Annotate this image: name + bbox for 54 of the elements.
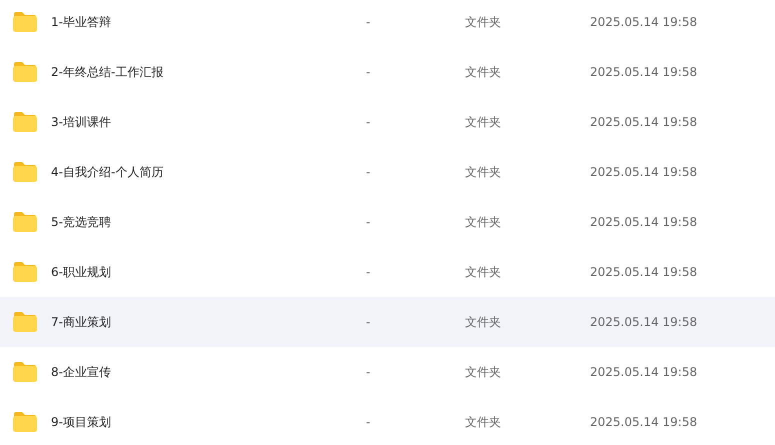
folder-icon (12, 411, 38, 433)
file-size: - (365, 14, 372, 31)
folder-icon (12, 211, 38, 233)
modified-date: 2025.05.14 19:58 (590, 114, 698, 131)
file-row[interactable]: 1-毕业答辩 - 文件夹 2025.05.14 19:58 (0, 0, 775, 47)
file-name: 4-自我介绍-个人简历 (51, 164, 164, 181)
modified-date: 2025.05.14 19:58 (590, 414, 698, 431)
file-size: - (365, 364, 372, 381)
file-row[interactable]: 3-培训课件 - 文件夹 2025.05.14 19:58 (0, 97, 775, 147)
file-size: - (365, 314, 372, 331)
file-type: 文件夹 (465, 364, 502, 381)
folder-icon (12, 11, 38, 33)
file-type: 文件夹 (465, 314, 502, 331)
modified-date: 2025.05.14 19:58 (590, 264, 698, 281)
file-size: - (365, 114, 372, 131)
modified-date: 2025.05.14 19:58 (590, 164, 698, 181)
file-type: 文件夹 (465, 114, 502, 131)
modified-date: 2025.05.14 19:58 (590, 314, 698, 331)
file-row[interactable]: 4-自我介绍-个人简历 - 文件夹 2025.05.14 19:58 (0, 147, 775, 197)
modified-date: 2025.05.14 19:58 (590, 364, 698, 381)
file-type: 文件夹 (465, 414, 502, 431)
modified-date: 2025.05.14 19:58 (590, 214, 698, 231)
folder-icon (12, 361, 38, 383)
file-row[interactable]: 8-企业宣传 - 文件夹 2025.05.14 19:58 (0, 347, 775, 397)
file-type: 文件夹 (465, 264, 502, 281)
file-size: - (365, 214, 372, 231)
file-name: 3-培训课件 (51, 114, 112, 131)
file-size: - (365, 64, 372, 81)
file-row[interactable]: 5-竞选竞聘 - 文件夹 2025.05.14 19:58 (0, 197, 775, 247)
modified-date: 2025.05.14 19:58 (590, 64, 698, 81)
file-type: 文件夹 (465, 214, 502, 231)
file-name: 1-毕业答辩 (51, 14, 112, 31)
file-row[interactable]: 7-商业策划 - 文件夹 2025.05.14 19:58 (0, 297, 775, 347)
file-row[interactable]: 2-年终总结-工作汇报 - 文件夹 2025.05.14 19:58 (0, 47, 775, 97)
file-size: - (365, 264, 372, 281)
file-size: - (365, 164, 372, 181)
folder-icon (12, 61, 38, 83)
file-row[interactable]: 9-项目策划 - 文件夹 2025.05.14 19:58 (0, 397, 775, 445)
file-size: - (365, 414, 372, 431)
folder-icon (12, 161, 38, 183)
folder-icon (12, 111, 38, 133)
file-type: 文件夹 (465, 14, 502, 31)
file-name: 9-项目策划 (51, 414, 112, 431)
file-name: 8-企业宣传 (51, 364, 112, 381)
folder-icon (12, 311, 38, 333)
file-type: 文件夹 (465, 164, 502, 181)
file-type: 文件夹 (465, 64, 502, 81)
file-name: 7-商业策划 (51, 314, 112, 331)
modified-date: 2025.05.14 19:58 (590, 14, 698, 31)
file-name: 2-年终总结-工作汇报 (51, 64, 164, 81)
file-name: 6-职业规划 (51, 264, 112, 281)
folder-icon (12, 261, 38, 283)
file-name: 5-竞选竞聘 (51, 214, 112, 231)
file-row[interactable]: 6-职业规划 - 文件夹 2025.05.14 19:58 (0, 247, 775, 297)
